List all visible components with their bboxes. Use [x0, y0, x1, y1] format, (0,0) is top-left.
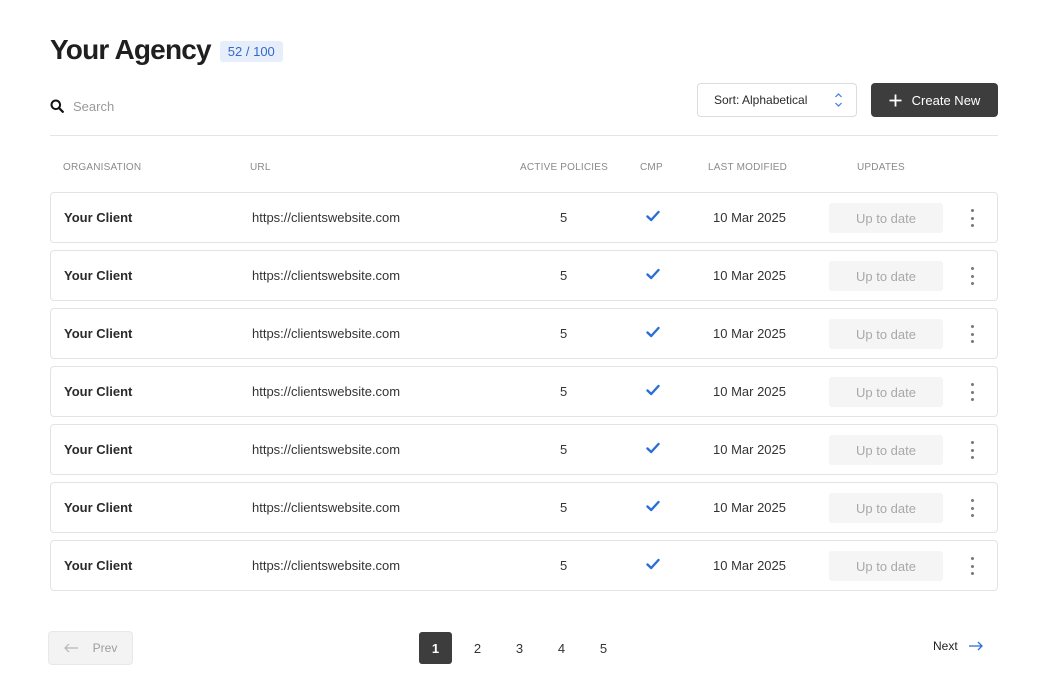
active-policies-cell: 5 — [560, 268, 568, 283]
url-cell: https://clientswebsite.com — [252, 384, 401, 399]
update-status-button[interactable]: Up to date — [829, 435, 943, 465]
table-row[interactable]: Your Client https://clientswebsite.com 5… — [50, 192, 998, 243]
organisation-cell: Your Client — [64, 500, 133, 515]
url-cell: https://clientswebsite.com — [252, 268, 401, 283]
page-button-5[interactable]: 5 — [587, 632, 620, 664]
last-modified-cell: 10 Mar 2025 — [713, 558, 786, 573]
last-modified-cell: 10 Mar 2025 — [713, 326, 786, 341]
more-options-icon[interactable] — [966, 209, 978, 227]
url-cell: https://clientswebsite.com — [252, 442, 401, 457]
url-cell: https://clientswebsite.com — [252, 558, 401, 573]
column-header-last-modified: LAST MODIFIED — [708, 162, 788, 173]
more-options-icon[interactable] — [966, 441, 978, 459]
create-new-button[interactable]: Create New — [871, 83, 998, 117]
active-policies-cell: 5 — [560, 326, 568, 341]
organisation-cell: Your Client — [64, 558, 133, 573]
organisation-cell: Your Client — [64, 326, 133, 341]
check-icon — [646, 210, 660, 225]
active-policies-cell: 5 — [560, 384, 568, 399]
table-row[interactable]: Your Client https://clientswebsite.com 5… — [50, 308, 998, 359]
page-button-1[interactable]: 1 — [419, 632, 452, 664]
column-header-organisation: ORGANISATION — [63, 162, 142, 173]
sort-select[interactable]: Sort: Alphabetical — [697, 83, 857, 117]
more-options-icon[interactable] — [966, 383, 978, 401]
check-icon — [646, 384, 660, 399]
arrow-right-icon — [968, 641, 983, 651]
last-modified-cell: 10 Mar 2025 — [713, 210, 786, 225]
column-header-cmp: CMP — [640, 162, 663, 173]
sort-label: Sort: Alphabetical — [714, 93, 808, 107]
organisation-cell: Your Client — [64, 384, 133, 399]
arrow-left-icon — [63, 643, 79, 653]
table-row[interactable]: Your Client https://clientswebsite.com 5… — [50, 250, 998, 301]
more-options-icon[interactable] — [966, 557, 978, 575]
last-modified-cell: 10 Mar 2025 — [713, 500, 786, 515]
update-status-button[interactable]: Up to date — [829, 319, 943, 349]
table-header: ORGANISATION URL ACTIVE POLICIES CMP LAS… — [50, 162, 998, 176]
prev-label: Prev — [92, 641, 118, 655]
update-status-button[interactable]: Up to date — [829, 261, 943, 291]
active-policies-cell: 5 — [560, 442, 568, 457]
search-bar[interactable] — [50, 97, 550, 115]
last-modified-cell: 10 Mar 2025 — [713, 268, 786, 283]
column-header-url: URL — [250, 162, 271, 173]
plus-icon — [889, 94, 902, 107]
check-icon — [646, 326, 660, 341]
sort-chevron-icon — [834, 92, 843, 111]
table-row[interactable]: Your Client https://clientswebsite.com 5… — [50, 366, 998, 417]
divider — [50, 135, 998, 136]
more-options-icon[interactable] — [966, 267, 978, 285]
page-title: Your Agency — [50, 34, 212, 65]
last-modified-cell: 10 Mar 2025 — [713, 384, 786, 399]
page-button-2[interactable]: 2 — [461, 632, 494, 664]
url-cell: https://clientswebsite.com — [252, 500, 401, 515]
more-options-icon[interactable] — [966, 325, 978, 343]
table-row[interactable]: Your Client https://clientswebsite.com 5… — [50, 482, 998, 533]
check-icon — [646, 268, 660, 283]
search-input[interactable] — [73, 98, 473, 114]
url-cell: https://clientswebsite.com — [252, 326, 401, 341]
column-header-updates: UPDATES — [857, 162, 905, 173]
table-row[interactable]: Your Client https://clientswebsite.com 5… — [50, 424, 998, 475]
next-button[interactable]: Next — [933, 639, 983, 653]
column-header-active-policies: ACTIVE POLICIES — [520, 162, 609, 173]
organisation-cell: Your Client — [64, 442, 133, 457]
page-header: Your Agency 52 / 100 — [50, 34, 283, 66]
count-badge: 52 / 100 — [219, 41, 283, 62]
last-modified-cell: 10 Mar 2025 — [713, 442, 786, 457]
create-new-label: Create New — [911, 92, 981, 108]
pagination: 1 2 3 4 5 — [419, 632, 629, 664]
update-status-button[interactable]: Up to date — [829, 203, 943, 233]
next-label: Next — [933, 639, 958, 653]
check-icon — [646, 442, 660, 457]
url-cell: https://clientswebsite.com — [252, 210, 401, 225]
search-icon — [50, 99, 64, 113]
check-icon — [646, 558, 660, 573]
page-button-4[interactable]: 4 — [545, 632, 578, 664]
update-status-button[interactable]: Up to date — [829, 377, 943, 407]
update-status-button[interactable]: Up to date — [829, 493, 943, 523]
organisation-cell: Your Client — [64, 210, 133, 225]
update-status-button[interactable]: Up to date — [829, 551, 943, 581]
check-icon — [646, 500, 660, 515]
page-button-3[interactable]: 3 — [503, 632, 536, 664]
table-row[interactable]: Your Client https://clientswebsite.com 5… — [50, 540, 998, 591]
active-policies-cell: 5 — [560, 210, 568, 225]
more-options-icon[interactable] — [966, 499, 978, 517]
active-policies-cell: 5 — [560, 558, 568, 573]
table-body: Your Client https://clientswebsite.com 5… — [50, 192, 998, 598]
organisation-cell: Your Client — [64, 268, 133, 283]
active-policies-cell: 5 — [560, 500, 568, 515]
prev-button[interactable]: Prev — [48, 631, 133, 665]
